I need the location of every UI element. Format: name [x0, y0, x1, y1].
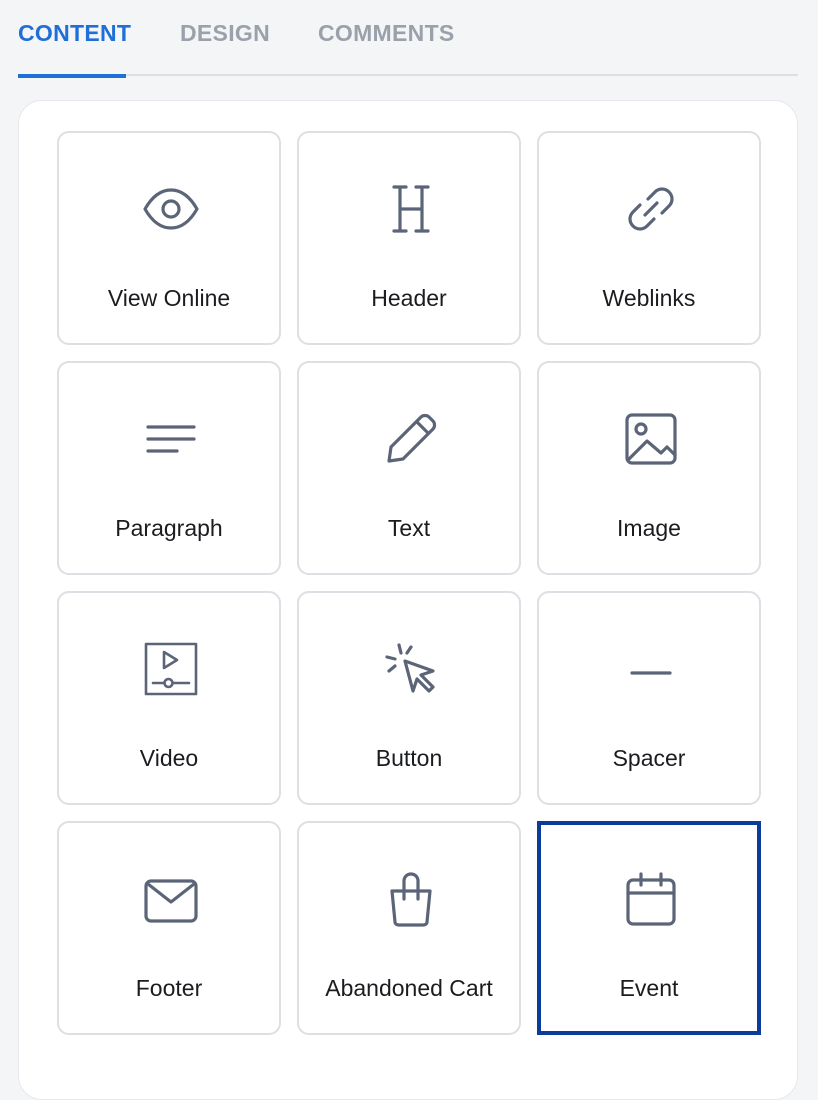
block-weblinks[interactable]: Weblinks	[537, 131, 761, 345]
block-video[interactable]: Video	[57, 591, 281, 805]
block-text[interactable]: Text	[297, 361, 521, 575]
paragraph-icon	[141, 409, 201, 469]
tab-design[interactable]: DESIGN	[180, 20, 270, 76]
link-icon	[621, 179, 681, 239]
block-event[interactable]: Event	[537, 821, 761, 1035]
block-label: View Online	[107, 285, 231, 311]
block-label: Footer	[135, 975, 203, 1001]
tab-comments[interactable]: COMMENTS	[318, 20, 455, 76]
block-view-online[interactable]: View Online	[57, 131, 281, 345]
block-paragraph[interactable]: Paragraph	[57, 361, 281, 575]
block-spacer[interactable]: Spacer	[537, 591, 761, 805]
block-footer[interactable]: Footer	[57, 821, 281, 1035]
block-label: Paragraph	[115, 515, 223, 541]
block-header[interactable]: Header	[297, 131, 521, 345]
block-label: Spacer	[612, 745, 686, 771]
pencil-icon	[381, 409, 441, 469]
block-label: Header	[371, 285, 447, 311]
image-icon	[621, 409, 681, 469]
shopping-bag-icon	[381, 869, 441, 929]
block-label: Video	[139, 745, 199, 771]
header-icon	[381, 179, 441, 239]
block-label: Text	[387, 515, 431, 541]
block-label: Abandoned Cart	[325, 975, 493, 1001]
eye-icon	[141, 179, 201, 239]
block-button[interactable]: Button	[297, 591, 521, 805]
tab-content[interactable]: CONTENT	[18, 20, 131, 78]
block-abandoned-cart[interactable]: Abandoned Cart	[297, 821, 521, 1035]
block-label: Button	[375, 745, 443, 771]
block-label: Event	[619, 975, 679, 1001]
video-icon	[141, 639, 201, 699]
envelope-icon	[141, 869, 201, 929]
content-blocks-panel: View Online Header Weblinks Paragraph Te…	[18, 100, 798, 1100]
tab-bar: CONTENT DESIGN COMMENTS	[18, 0, 798, 78]
block-label: Weblinks	[602, 285, 696, 311]
spacer-icon	[621, 639, 681, 699]
cursor-click-icon	[381, 639, 441, 699]
block-image[interactable]: Image	[537, 361, 761, 575]
calendar-icon	[621, 869, 681, 929]
block-label: Image	[617, 515, 681, 541]
